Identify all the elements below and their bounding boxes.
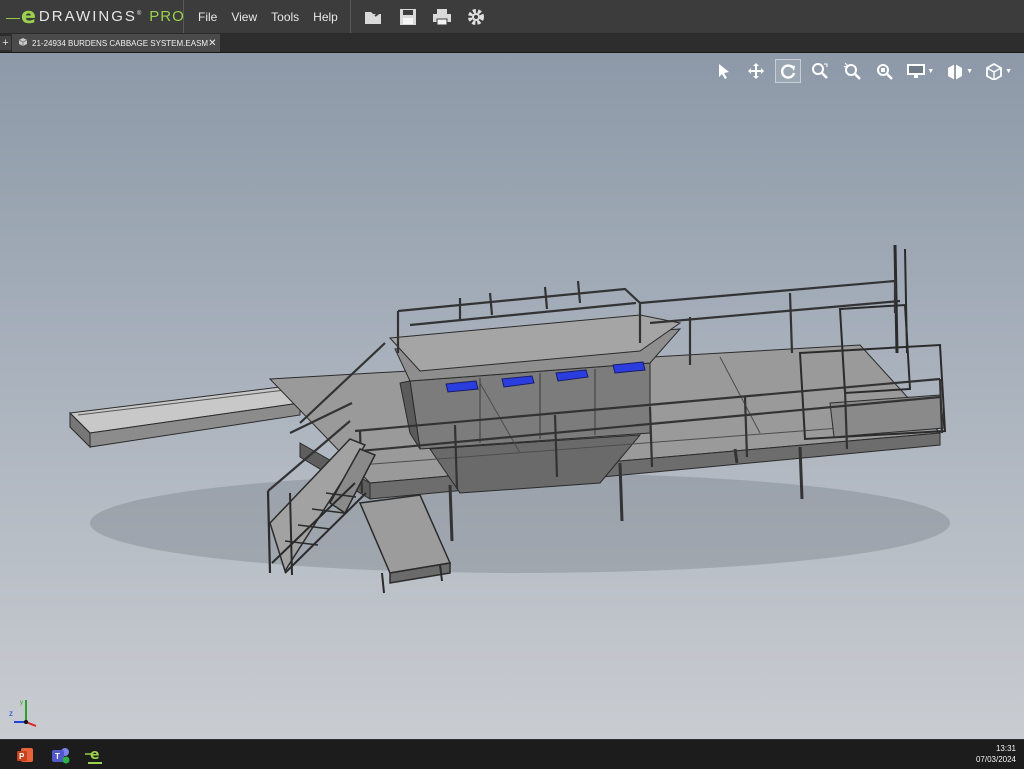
open-file-icon[interactable] xyxy=(363,6,385,28)
logo-trademark: ® xyxy=(136,11,144,17)
model-geometry xyxy=(68,244,947,500)
document-tab-bar: + 21-24934 BURDENS CABBAGE SYSTEM.EASM ✕ xyxy=(0,34,1024,53)
3d-viewport[interactable]: ▼ ▼ ▼ z y xyxy=(0,53,1024,739)
svg-text:e: e xyxy=(90,747,100,763)
document-tab-title: 21-24934 BURDENS CABBAGE SYSTEM.EASM xyxy=(32,38,209,48)
menu-separator xyxy=(349,0,351,33)
3d-model-assembly[interactable] xyxy=(0,53,1024,739)
teams-icon[interactable]: T xyxy=(50,744,72,766)
menu-file[interactable]: File xyxy=(198,10,217,24)
app-logo: — e DRAWINGS® PRO xyxy=(0,0,184,33)
settings-gear-icon[interactable] xyxy=(465,6,487,28)
clock-time: 13:31 xyxy=(995,744,1016,753)
svg-text:z: z xyxy=(9,709,13,718)
logo-line: — xyxy=(6,8,20,25)
logo-edition: PRO xyxy=(149,8,185,25)
svg-text:T: T xyxy=(55,752,60,761)
orientation-triad: z y xyxy=(9,700,37,727)
add-tab-button[interactable]: + xyxy=(0,36,11,50)
powerpoint-icon[interactable]: P xyxy=(14,744,36,766)
edrawings-icon[interactable]: e xyxy=(84,744,106,766)
system-clock[interactable]: 13:31 07/03/2024 xyxy=(976,743,1016,765)
assembly-file-icon xyxy=(18,34,28,52)
logo-mark: e xyxy=(21,3,36,29)
menu-tools[interactable]: Tools xyxy=(271,10,299,24)
menu-help[interactable]: Help xyxy=(313,10,338,24)
close-tab-icon[interactable]: ✕ xyxy=(208,38,216,49)
save-icon[interactable] xyxy=(397,6,419,28)
menu-view[interactable]: View xyxy=(231,10,257,24)
logo-brand: DRAWINGS® xyxy=(39,8,143,25)
logo-brand-text: DRAWINGS xyxy=(38,8,137,25)
menu-bar: — e DRAWINGS® PRO File View Tools Help xyxy=(0,0,1024,34)
os-taskbar: P T e 13:31 07/03/2024 xyxy=(0,739,1024,769)
document-tab[interactable]: 21-24934 BURDENS CABBAGE SYSTEM.EASM ✕ xyxy=(12,34,220,52)
svg-text:y: y xyxy=(20,700,23,706)
clock-date: 07/03/2024 xyxy=(975,755,1016,764)
print-icon[interactable] xyxy=(431,6,453,28)
svg-text:P: P xyxy=(19,752,25,761)
